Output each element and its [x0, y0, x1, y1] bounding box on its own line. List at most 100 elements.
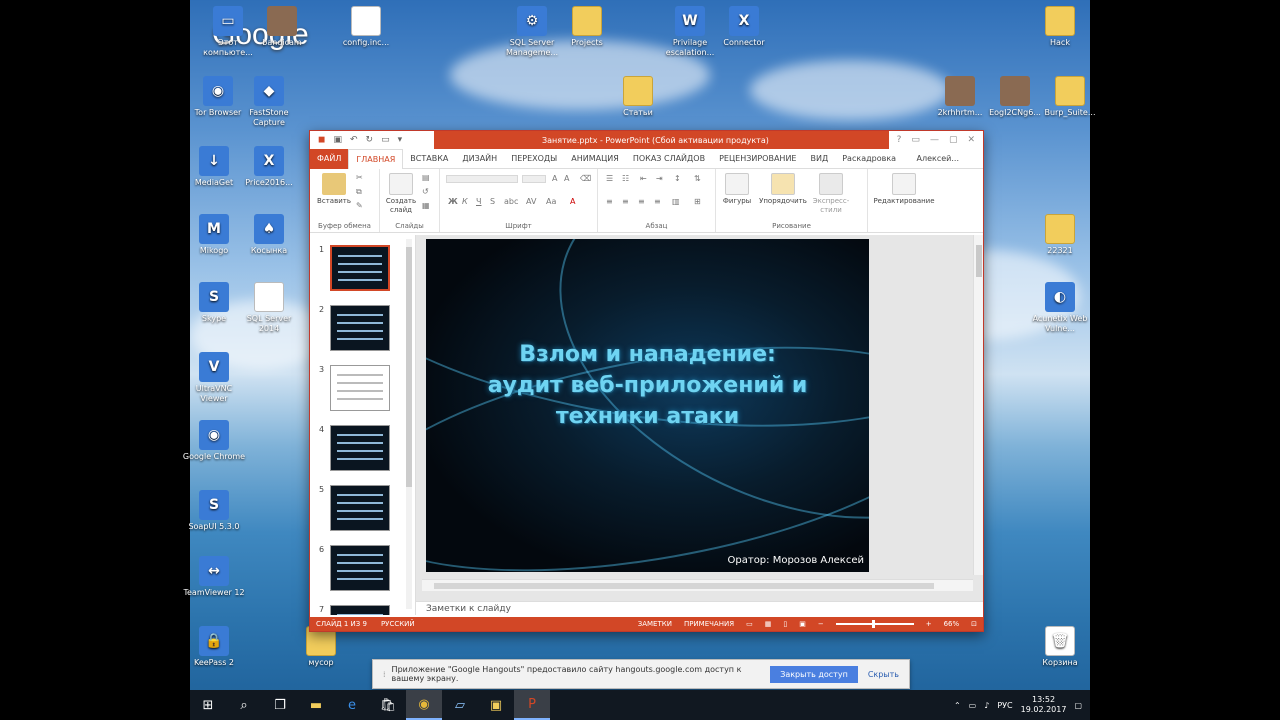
text-direction-icon[interactable]: ⇅ — [694, 174, 701, 183]
desktop-icon[interactable]: Burp_Suite... — [1038, 76, 1102, 118]
strikethrough-icon[interactable]: abc — [504, 197, 518, 206]
scroll-thumb[interactable] — [434, 583, 934, 589]
slideshow-view-icon[interactable]: ▣ — [799, 620, 806, 628]
line-spacing-icon[interactable]: ↕ — [674, 174, 681, 183]
start-icon[interactable]: ⊞ — [190, 690, 226, 720]
font-name-select[interactable] — [446, 175, 518, 183]
format-painter-icon[interactable]: ✎ — [356, 201, 363, 210]
slide-thumbnail[interactable] — [330, 425, 390, 471]
slide-title[interactable]: Взлом и нападение: аудит веб-приложений … — [426, 339, 869, 432]
numbering-icon[interactable]: ☷ — [622, 174, 629, 183]
zoom-slider[interactable] — [835, 620, 914, 628]
slide-author[interactable]: Оратор: Морозов Алексей — [728, 555, 864, 566]
columns-icon[interactable]: ▥ — [672, 197, 680, 206]
tab-animation[interactable]: АНИМАЦИЯ — [564, 149, 626, 169]
explorer-icon[interactable]: ▬ — [298, 690, 334, 720]
close-icon[interactable]: ✕ — [967, 135, 975, 145]
fit-slide-icon[interactable]: ⊡ — [971, 620, 977, 628]
scroll-thumb[interactable] — [406, 247, 412, 487]
increase-indent-icon[interactable]: ⇥ — [656, 174, 663, 183]
layout-icon[interactable]: ▤ — [422, 173, 430, 182]
desktop-icon[interactable]: 22321 — [1028, 214, 1092, 256]
slide-thumbnails-pane[interactable]: 1 2 3 4 5 6 7 — [310, 235, 416, 615]
quick-styles-button[interactable]: Экспресс- стили — [810, 173, 852, 215]
desktop-icon[interactable]: Hack — [1028, 6, 1092, 48]
desktop-icon[interactable]: Статьи — [606, 76, 670, 118]
align-center-icon[interactable]: ≡ — [622, 197, 629, 206]
smartart-icon[interactable]: ⊞ — [694, 197, 701, 206]
decrease-indent-icon[interactable]: ⇤ — [640, 174, 647, 183]
hide-notification-button[interactable]: Скрыть — [868, 670, 899, 679]
shadow-icon[interactable]: S — [490, 197, 495, 206]
align-left-icon[interactable]: ≡ — [606, 197, 613, 206]
stop-sharing-button[interactable]: Закрыть доступ — [770, 665, 858, 683]
network-icon[interactable]: ▭ — [969, 701, 977, 710]
editing-button[interactable]: Редактирование — [870, 173, 938, 206]
reading-view-icon[interactable]: ▯ — [783, 620, 787, 628]
slide-thumbnail[interactable] — [330, 545, 390, 591]
spacing-icon[interactable]: AV — [526, 197, 536, 206]
language-indicator[interactable]: РУССКИЙ — [381, 620, 415, 628]
maximize-icon[interactable]: ▢ — [949, 135, 958, 145]
bold-icon[interactable]: Ж — [448, 197, 458, 206]
italic-icon[interactable]: К — [462, 197, 468, 206]
desktop-icon[interactable]: ◆ FastStone Capture — [237, 76, 301, 128]
desktop-icon[interactable]: X Price2016... — [237, 146, 301, 188]
case-icon[interactable]: Aa — [546, 197, 556, 206]
minimize-icon[interactable]: — — [930, 135, 939, 145]
store-icon[interactable]: 🛍 — [370, 690, 406, 720]
desktop-icon[interactable]: X Connector — [712, 6, 776, 48]
slide-horizontal-scrollbar[interactable] — [422, 579, 973, 591]
search-icon[interactable]: ⌕ — [226, 690, 262, 720]
desktop-icon[interactable]: 🔒 KeePass 2 — [182, 626, 246, 668]
save-icon[interactable]: ▣ — [333, 135, 342, 145]
notes-pane[interactable]: Заметки к слайду — [416, 601, 983, 617]
tab-file[interactable]: ФАЙЛ — [310, 148, 349, 169]
redo-icon[interactable]: ↻ — [366, 135, 374, 145]
tab-transitions[interactable]: ПЕРЕХОДЫ — [504, 149, 564, 169]
ribbon-options-icon[interactable]: ▭ — [911, 135, 920, 145]
normal-view-icon[interactable]: ▭ — [746, 620, 753, 628]
clear-format-icon[interactable]: ⌫ — [580, 174, 591, 183]
tab-design[interactable]: ДИЗАЙН — [455, 149, 504, 169]
desktop-icon[interactable]: config.inc... — [334, 6, 398, 48]
slide-thumbnail[interactable] — [330, 305, 390, 351]
volume-icon[interactable]: ♪ — [984, 701, 989, 710]
tab-insert[interactable]: ВСТАВКА — [403, 149, 455, 169]
desktop-icon[interactable]: S SoapUI 5.3.0 — [182, 490, 246, 532]
grow-font-icon[interactable]: A — [552, 174, 557, 183]
notes-toggle[interactable]: ЗАМЕТКИ — [638, 620, 672, 628]
tab-storyboard[interactable]: Раскадровка — [835, 149, 903, 169]
tab-slideshow[interactable]: ПОКАЗ СЛАЙДОВ — [626, 149, 712, 169]
tab-home[interactable]: ГЛАВНАЯ — [348, 148, 404, 169]
customize-icon[interactable]: ▾ — [398, 135, 403, 145]
show-hidden-icons[interactable]: ⌃ — [954, 701, 961, 710]
edge-icon[interactable]: e — [334, 690, 370, 720]
desktop-icon[interactable]: bandicam — [250, 6, 314, 48]
slide-thumbnail[interactable] — [330, 245, 390, 291]
cut-icon[interactable]: ✂ — [356, 173, 363, 182]
powerpoint-taskbar-icon[interactable]: P — [514, 690, 550, 720]
desktop-icon[interactable]: ◐ Acunetix Web Vulne... — [1028, 282, 1092, 334]
shapes-button[interactable]: Фигуры — [720, 173, 754, 206]
tab-review[interactable]: РЕЦЕНЗИРОВАНИЕ — [712, 149, 803, 169]
user-account[interactable]: Алексей... — [917, 154, 984, 163]
section-icon[interactable]: ▦ — [422, 201, 430, 210]
tab-view[interactable]: ВИД — [804, 149, 836, 169]
clock[interactable]: 13:52 19.02.2017 — [1021, 695, 1067, 715]
reset-icon[interactable]: ↺ — [422, 187, 429, 196]
font-color-icon[interactable]: A — [570, 197, 575, 206]
justify-icon[interactable]: ≡ — [654, 197, 661, 206]
scroll-thumb[interactable] — [976, 245, 982, 277]
desktop-icon[interactable]: мусор — [289, 626, 353, 668]
underline-icon[interactable]: Ч — [476, 197, 481, 206]
bullets-icon[interactable]: ☰ — [606, 174, 613, 183]
sorter-view-icon[interactable]: ▦ — [765, 620, 772, 628]
folder-icon[interactable]: ▣ — [478, 690, 514, 720]
desktop-icon[interactable]: SQL Server 2014 — [237, 282, 301, 334]
zoom-out-icon[interactable]: − — [818, 620, 824, 628]
undo-icon[interactable]: ↶ — [350, 135, 358, 145]
align-right-icon[interactable]: ≡ — [638, 197, 645, 206]
desktop-icon[interactable]: Projects — [555, 6, 619, 48]
keyboard-language[interactable]: РУС — [997, 701, 1012, 710]
